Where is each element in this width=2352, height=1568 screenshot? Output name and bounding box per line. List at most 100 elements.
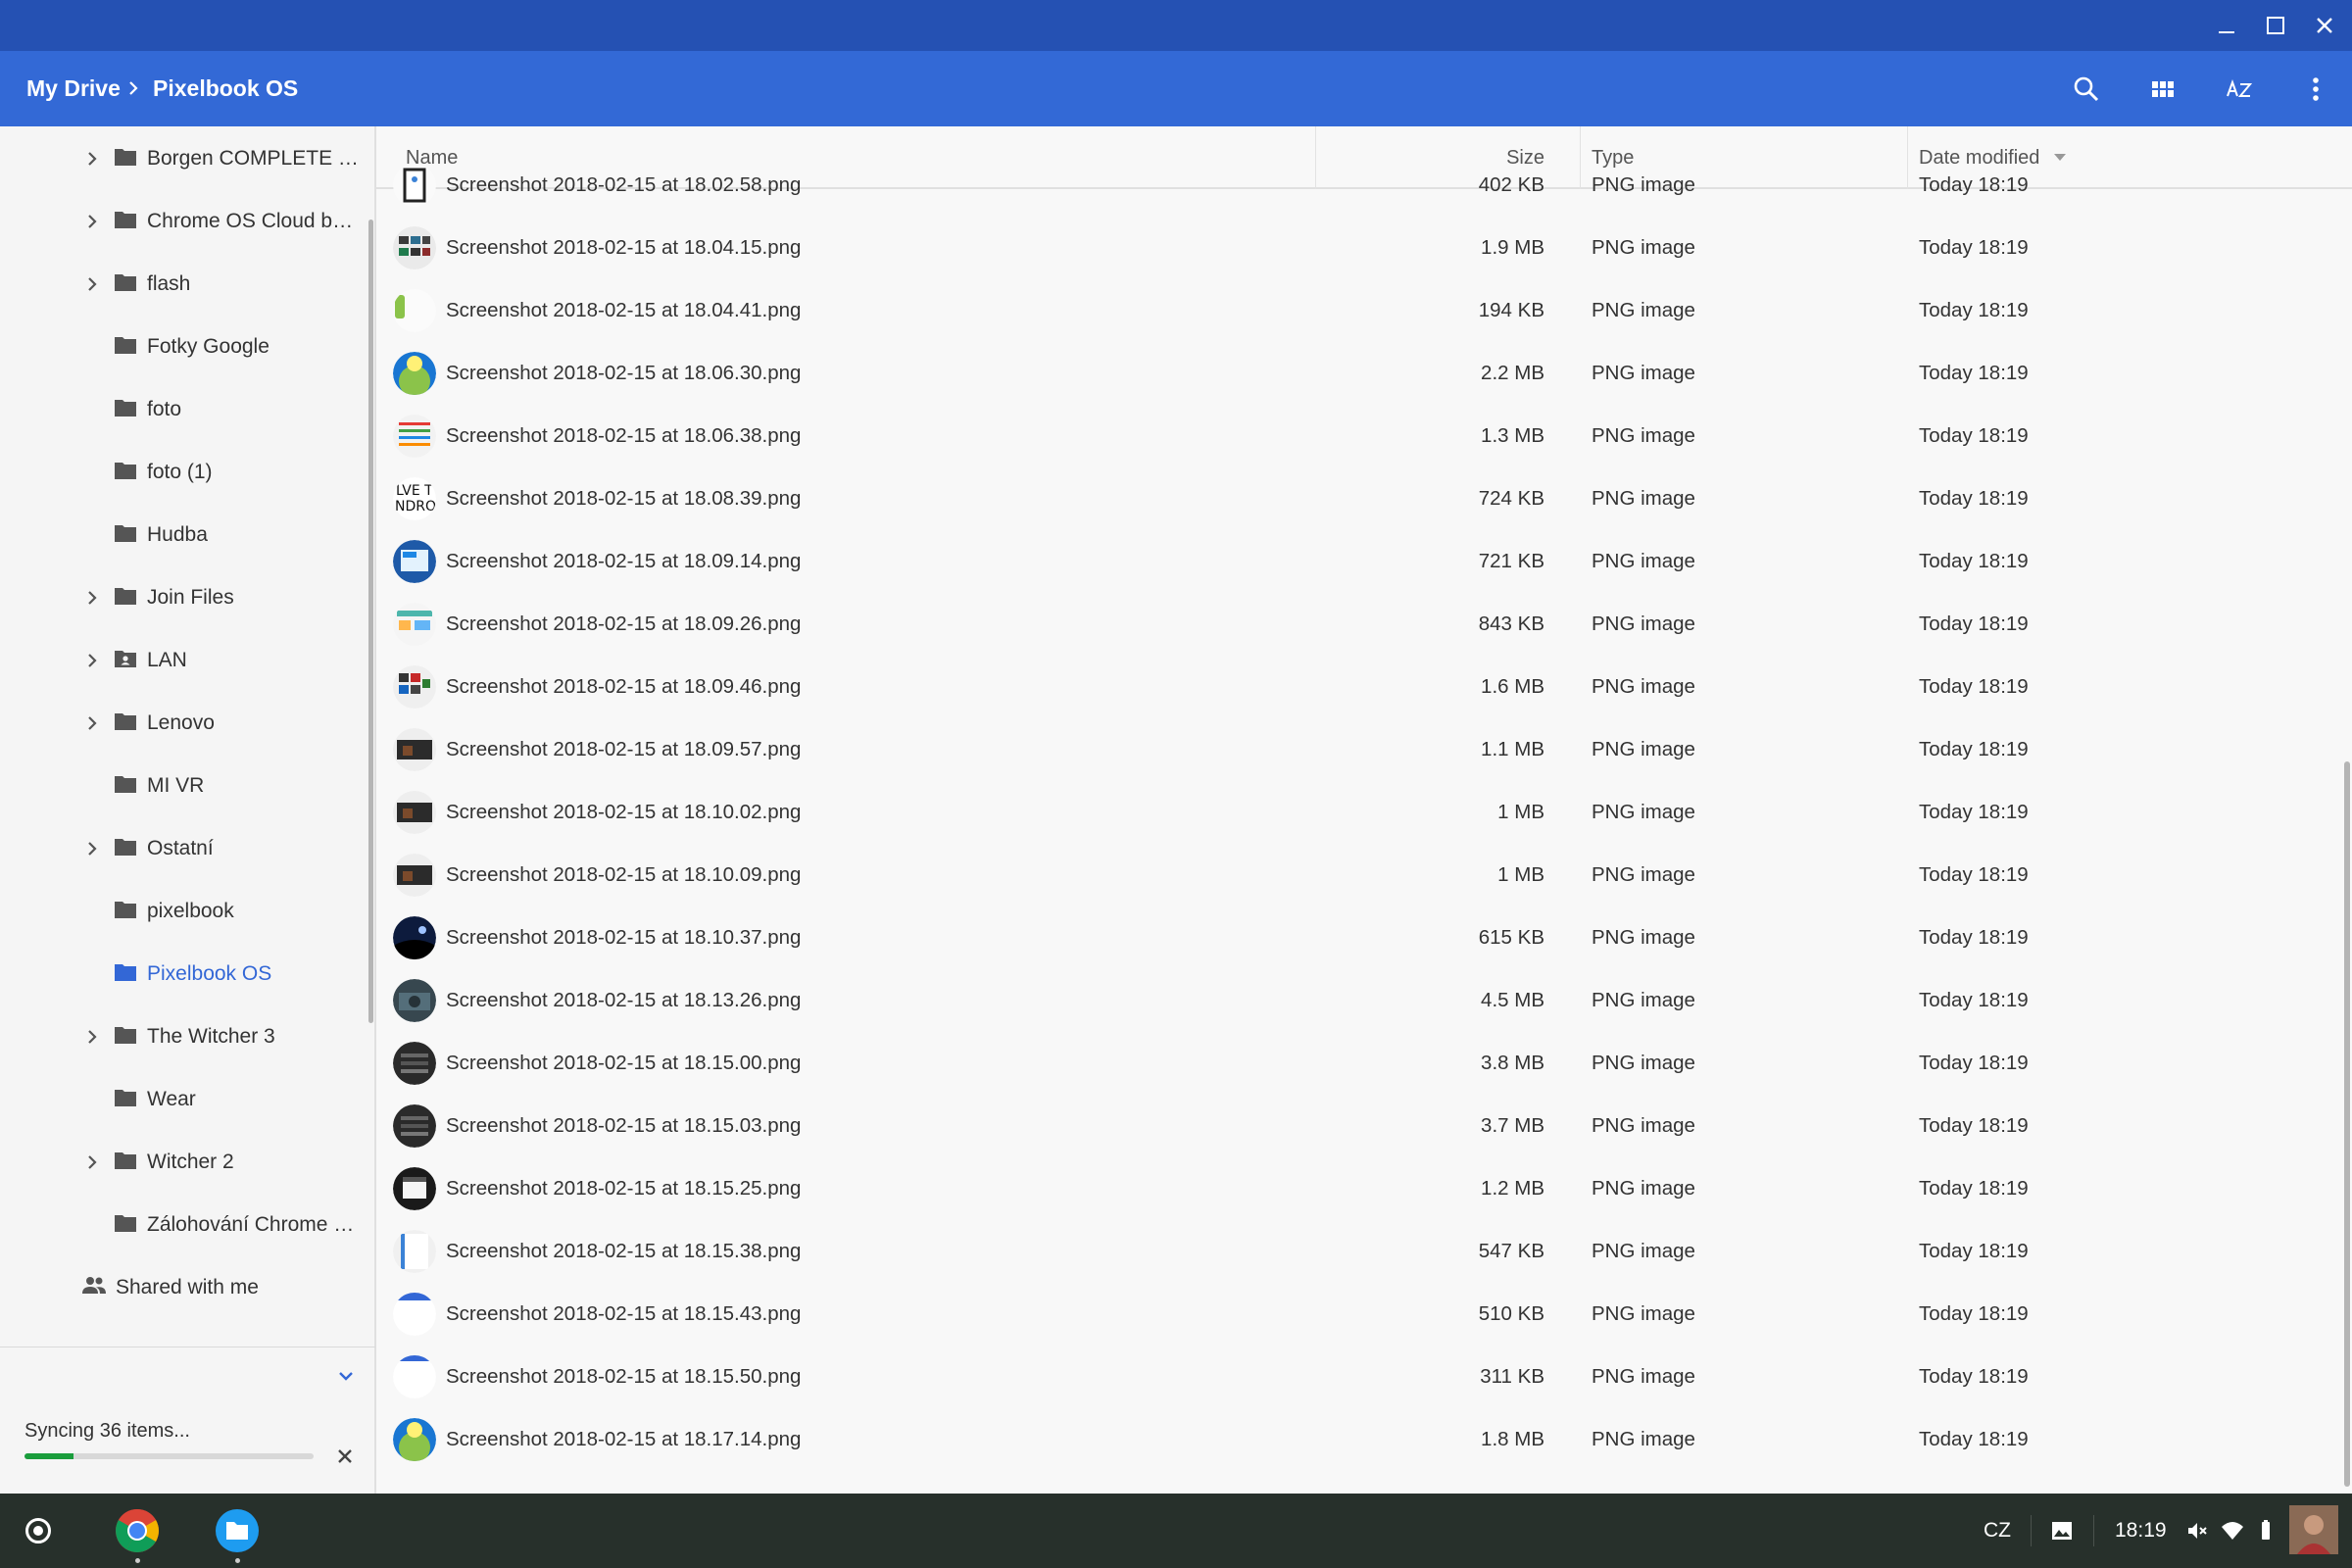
svg-text:LVE T: LVE T (396, 483, 433, 499)
breadcrumb-current[interactable]: Pixelbook OS (153, 51, 298, 126)
image-thumbnail-icon (393, 603, 436, 646)
shared-with-me-item[interactable]: Shared with me (0, 1256, 372, 1319)
sidebar-item[interactable]: The Witcher 3 (0, 1005, 372, 1068)
sidebar-item[interactable]: foto (0, 378, 372, 441)
chevron-right-icon[interactable] (80, 210, 104, 233)
chevron-right-icon[interactable] (80, 1151, 104, 1174)
file-type: PNG image (1592, 738, 1695, 760)
chevron-right-icon[interactable] (80, 272, 104, 296)
chevron-right-icon[interactable] (80, 837, 104, 860)
chevron-down-icon[interactable] (331, 1361, 361, 1391)
close-icon[interactable] (2301, 6, 2348, 45)
sidebar-item[interactable]: Wear (0, 1068, 372, 1131)
column-divider[interactable] (1580, 126, 1581, 189)
image-thumbnail-icon (393, 1042, 436, 1085)
file-date-modified: Today 18:19 (1919, 1052, 2029, 1074)
sidebar-item[interactable]: Chrome OS Cloud bac... (0, 190, 372, 253)
sidebar-item[interactable]: LAN (0, 629, 372, 692)
sidebar-item[interactable]: Hudba (0, 504, 372, 566)
chevron-right-icon[interactable] (80, 586, 104, 610)
image-thumbnail-icon (393, 415, 436, 458)
maximize-icon[interactable] (2252, 6, 2299, 45)
chevron-right-icon[interactable] (80, 1025, 104, 1049)
keyboard-layout-indicator[interactable]: CZ (1984, 1494, 2011, 1568)
file-type: PNG image (1592, 487, 1695, 510)
sidebar-item[interactable]: Zálohování Chrome O... (0, 1194, 372, 1256)
file-size: 1.1 MB (1481, 738, 1544, 760)
sidebar-item[interactable]: Fotky Google (0, 316, 372, 378)
sidebar-item[interactable]: Ostatní (0, 817, 372, 880)
sidebar-item-label: Hudba (147, 523, 208, 546)
folder-icon (115, 525, 136, 542)
file-date-modified: Today 18:19 (1919, 1240, 2029, 1262)
file-size: 547 KB (1478, 1240, 1544, 1262)
volume-muted-icon[interactable] (2185, 1519, 2209, 1543)
more-options-button[interactable] (2291, 65, 2340, 114)
breadcrumb-my-drive[interactable]: My Drive (26, 51, 121, 126)
minimize-icon[interactable] (2203, 6, 2250, 45)
column-divider[interactable] (1907, 126, 1908, 189)
search-button[interactable] (2062, 65, 2111, 114)
battery-icon[interactable] (2254, 1519, 2278, 1543)
sidebar-item[interactable]: Join Files (0, 566, 372, 629)
file-type: PNG image (1592, 863, 1695, 886)
sidebar-item-label: Ostatní (147, 837, 214, 859)
sidebar-item-label: LAN (147, 649, 187, 671)
sidebar-scrollbar[interactable] (368, 220, 373, 1023)
files-app-icon[interactable] (214, 1507, 261, 1554)
sidebar-item[interactable]: flash (0, 253, 372, 316)
sidebar-item[interactable]: pixelbook (0, 880, 372, 943)
close-icon[interactable] (330, 1442, 360, 1471)
grid-view-button[interactable] (2138, 65, 2187, 114)
file-name: Screenshot 2018-02-15 at 18.02.58.png (446, 173, 802, 196)
file-list: Name Size Type Date modified Screenshot … (376, 126, 2352, 1494)
folder-icon (115, 902, 136, 918)
avatar[interactable] (2289, 1505, 2338, 1554)
file-date-modified: Today 18:19 (1919, 424, 2029, 447)
file-date-modified: Today 18:19 (1919, 675, 2029, 698)
file-type: PNG image (1592, 926, 1695, 949)
chevron-right-icon[interactable] (80, 649, 104, 672)
image-thumbnail-icon (393, 164, 436, 207)
clock[interactable]: 18:19 (2115, 1494, 2167, 1568)
file-name: Screenshot 2018-02-15 at 18.15.00.png (446, 1052, 802, 1074)
sort-button[interactable] (2215, 65, 2264, 114)
image-thumbnail-icon (393, 916, 436, 959)
file-name: Screenshot 2018-02-15 at 18.09.26.png (446, 612, 802, 635)
image-icon[interactable] (2050, 1519, 2074, 1543)
sidebar-item[interactable]: Lenovo (0, 692, 372, 755)
file-size: 3.7 MB (1481, 1114, 1544, 1137)
file-type: PNG image (1592, 424, 1695, 447)
wifi-icon[interactable] (2221, 1519, 2244, 1543)
shelf: CZ 18:19 (0, 1494, 2352, 1568)
file-date-modified: Today 18:19 (1919, 738, 2029, 760)
sidebar-item[interactable]: MI VR (0, 755, 372, 817)
column-divider[interactable] (1315, 126, 1316, 189)
file-type: PNG image (1592, 1428, 1695, 1450)
launcher-button[interactable] (25, 1518, 51, 1544)
folder-icon (115, 337, 136, 354)
file-date-modified: Today 18:19 (1919, 236, 2029, 259)
sidebar-item-label: MI VR (147, 774, 205, 797)
folder-icon (115, 149, 136, 166)
file-name: Screenshot 2018-02-15 at 18.15.25.png (446, 1177, 802, 1200)
image-thumbnail-icon (393, 226, 436, 270)
file-size: 510 KB (1478, 1302, 1544, 1325)
sidebar-item[interactable]: foto (1) (0, 441, 372, 504)
folder-icon (115, 1152, 136, 1169)
table-row[interactable]: Screenshot 2018-02-15 at 18.17.14.png 1.8… (376, 1418, 2352, 1494)
file-size: 1 MB (1497, 863, 1544, 886)
search-icon (2074, 76, 2099, 102)
image-thumbnail-icon (393, 540, 436, 583)
file-type: PNG image (1592, 1302, 1695, 1325)
file-date-modified: Today 18:19 (1919, 801, 2029, 823)
sidebar-item[interactable]: Borgen COMPLETE S... (0, 127, 372, 190)
chevron-right-icon[interactable] (80, 147, 104, 171)
svg-text:NDRO: NDRO (395, 499, 436, 514)
file-date-modified: Today 18:19 (1919, 926, 2029, 949)
chevron-right-icon[interactable] (80, 711, 104, 735)
sidebar-item[interactable]: Witcher 2 (0, 1131, 372, 1194)
sidebar-item[interactable]: Pixelbook OS (0, 943, 372, 1005)
chrome-icon[interactable] (114, 1507, 161, 1554)
file-list-scrollbar[interactable] (2344, 761, 2350, 1487)
